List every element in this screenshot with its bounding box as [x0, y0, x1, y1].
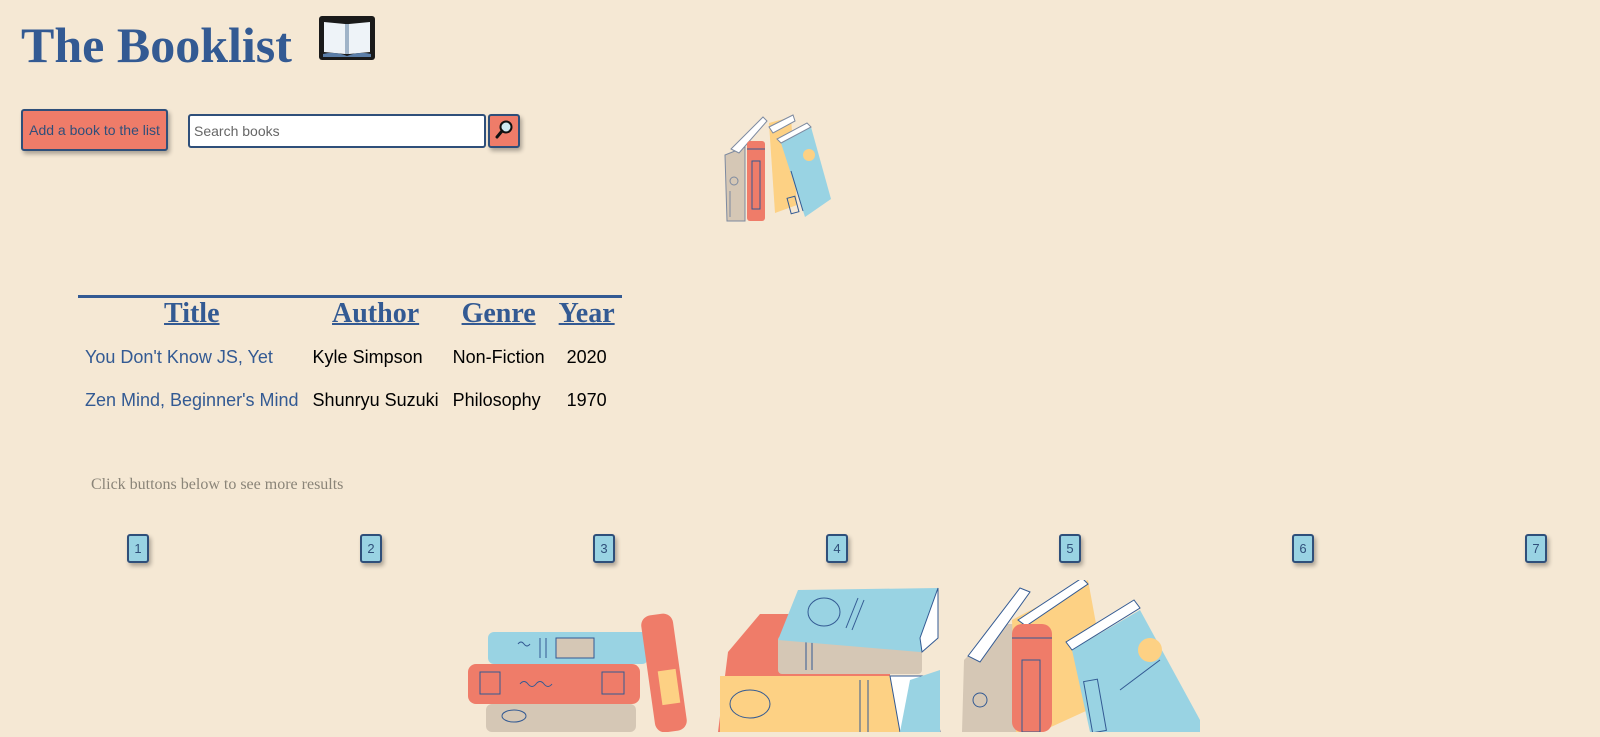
search-button[interactable] [488, 114, 520, 148]
open-book-icon [318, 14, 376, 76]
page-button-5[interactable]: 5 [1059, 534, 1081, 563]
table-header-row: Title Author Genre Year [78, 295, 622, 336]
book-title-link[interactable]: You Don't Know JS, Yet [78, 336, 306, 379]
magnifier-icon [494, 120, 514, 144]
book-year: 1970 [566, 390, 607, 410]
book-year: 2020 [566, 347, 607, 367]
books-illustration-bottom [460, 577, 1200, 737]
page-button-6[interactable]: 6 [1292, 534, 1314, 563]
column-header-title: Title [78, 295, 306, 336]
book-genre: Philosophy [452, 390, 541, 410]
table-row: You Don't Know JS, Yet Kyle Simpson Non-… [78, 336, 622, 379]
books-table: Title Author Genre Year You Don't Know J… [78, 295, 622, 422]
page-button-7[interactable]: 7 [1525, 534, 1547, 563]
column-header-author: Author [305, 295, 446, 336]
book-title-link[interactable]: Zen Mind, Beginner's Mind [78, 379, 306, 422]
column-header-year: Year [551, 295, 622, 336]
add-book-button[interactable]: Add a book to the list [21, 109, 168, 151]
page-title: The Booklist [21, 14, 376, 82]
page-button-1[interactable]: 1 [127, 534, 149, 563]
page-button-2[interactable]: 2 [360, 534, 382, 563]
page-button-3[interactable]: 3 [593, 534, 615, 563]
book-author: Shunryu Suzuki [312, 390, 439, 410]
table-row: Zen Mind, Beginner's Mind Shunryu Suzuki… [78, 379, 622, 422]
column-header-genre: Genre [445, 295, 552, 336]
books-illustration-top [723, 113, 838, 230]
book-genre: Non-Fiction [452, 347, 545, 367]
book-author: Kyle Simpson [312, 347, 423, 367]
search-input[interactable] [188, 114, 486, 148]
pagination-hint: Click buttons below to see more results [91, 476, 344, 493]
page-button-4[interactable]: 4 [826, 534, 848, 563]
page-title-text: The Booklist [21, 17, 292, 73]
